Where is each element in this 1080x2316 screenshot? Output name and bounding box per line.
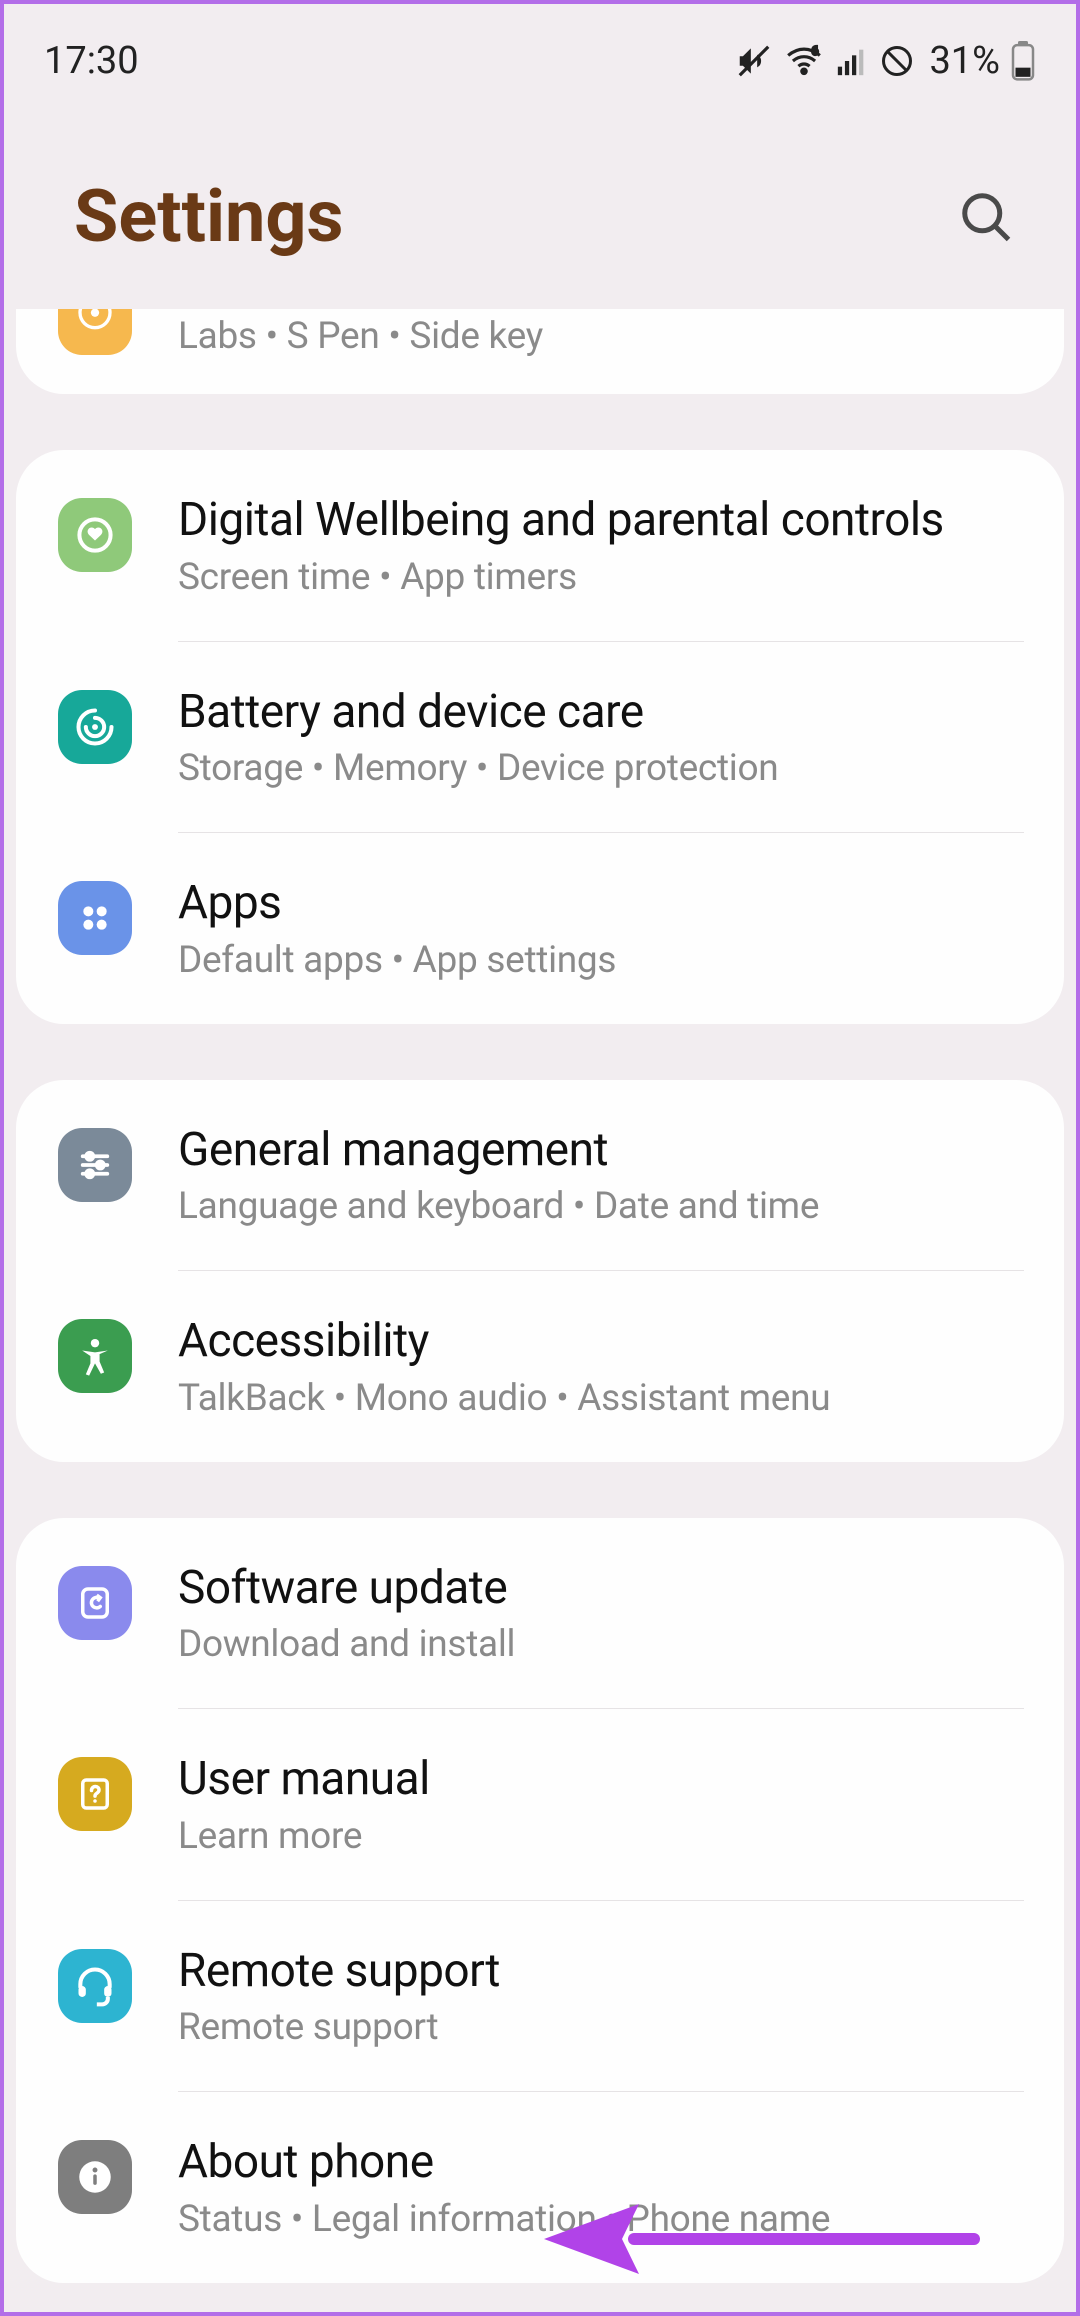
item-title: Accessibility [178, 1313, 1024, 1371]
item-title: Software update [178, 1560, 1024, 1618]
manual-icon [58, 1757, 132, 1831]
settings-item-remote[interactable]: Remote support Remote support [16, 1901, 1064, 2092]
update-icon [58, 1566, 132, 1640]
battery-icon [1010, 41, 1036, 81]
svg-text:6: 6 [812, 45, 818, 58]
item-title: About phone [178, 2134, 1024, 2192]
item-subtitle: Storage • Memory • Device protection [178, 747, 1024, 790]
settings-group-advanced: Labs • S Pen • Side key [16, 309, 1064, 394]
item-subtitle: Status • Legal information • Phone name [178, 2198, 1024, 2241]
item-title: General management [178, 1122, 1024, 1180]
wifi-icon: 6 [783, 42, 825, 80]
search-button[interactable] [956, 187, 1016, 247]
item-subtitle: Screen time • App timers [178, 556, 1024, 599]
general-icon [58, 1128, 132, 1202]
about-icon [58, 2140, 132, 2214]
remote-support-icon [58, 1949, 132, 2023]
search-icon [956, 187, 1016, 247]
settings-list: Labs • S Pen • Side key Digital Wellbein… [4, 309, 1076, 2283]
settings-group-about: Software update Download and install Use… [16, 1518, 1064, 2283]
settings-item-general[interactable]: General management Language and keyboard… [16, 1080, 1064, 1271]
item-title: Apps [178, 875, 1024, 933]
status-time: 17:30 [44, 39, 139, 83]
settings-item-update[interactable]: Software update Download and install [16, 1518, 1064, 1709]
accessibility-icon [58, 1319, 132, 1393]
settings-item-wellbeing[interactable]: Digital Wellbeing and parental controls … [16, 450, 1064, 641]
item-subtitle: TalkBack • Mono audio • Assistant menu [178, 1377, 1024, 1420]
settings-item-battery[interactable]: Battery and device care Storage • Memory… [16, 642, 1064, 833]
item-subtitle: Learn more [178, 1815, 1024, 1858]
item-subtitle: Remote support [178, 2006, 1024, 2049]
mute-vibrate-icon [735, 42, 773, 80]
settings-group-general: General management Language and keyboard… [16, 1080, 1064, 1462]
battery-percent: 31% [929, 39, 1000, 83]
status-bar: 17:30 6 31% [4, 4, 1076, 104]
settings-item-apps[interactable]: Apps Default apps • App settings [16, 833, 1064, 1024]
page-title: Settings [74, 174, 343, 259]
item-subtitle: Labs • S Pen • Side key [178, 315, 1024, 358]
settings-item-manual[interactable]: User manual Learn more [16, 1709, 1064, 1900]
item-subtitle: Download and install [178, 1623, 1024, 1666]
device-care-icon [58, 690, 132, 764]
item-title: Battery and device care [178, 684, 1024, 742]
item-title: Remote support [178, 1943, 1024, 2001]
no-entry-icon [879, 43, 915, 79]
item-subtitle: Default apps • App settings [178, 939, 1024, 982]
item-title: Digital Wellbeing and parental controls [178, 492, 1024, 550]
item-title: User manual [178, 1751, 1024, 1809]
app-header: Settings [4, 104, 1076, 319]
apps-icon [58, 881, 132, 955]
signal-icon [835, 44, 869, 78]
advanced-icon [58, 309, 132, 355]
status-right: 6 31% [735, 39, 1036, 83]
settings-item-advanced[interactable]: Labs • S Pen • Side key [16, 309, 1064, 394]
settings-item-accessibility[interactable]: Accessibility TalkBack • Mono audio • As… [16, 1271, 1064, 1462]
settings-item-about[interactable]: About phone Status • Legal information •… [16, 2092, 1064, 2283]
wellbeing-icon [58, 498, 132, 572]
item-subtitle: Language and keyboard • Date and time [178, 1185, 1024, 1228]
settings-group-system: Digital Wellbeing and parental controls … [16, 450, 1064, 1024]
